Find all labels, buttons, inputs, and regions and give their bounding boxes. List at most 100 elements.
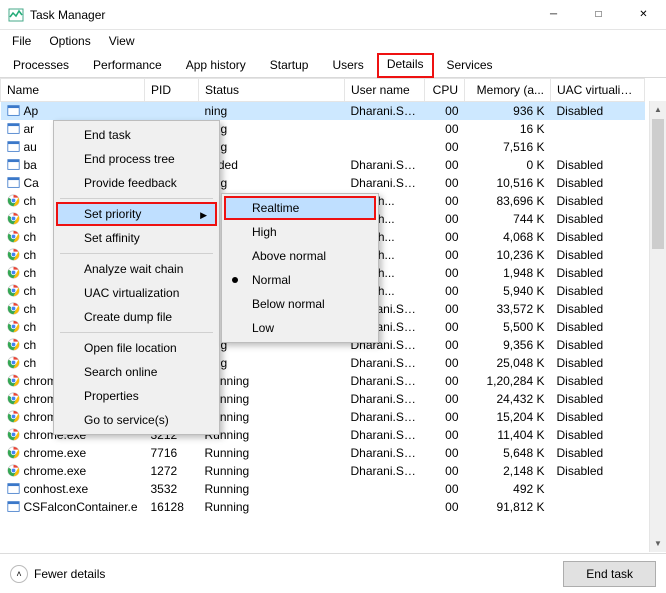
- ctx-search-online[interactable]: Search online: [56, 360, 217, 384]
- ctx-open-file-location[interactable]: Open file location: [56, 336, 217, 360]
- process-icon: [7, 338, 20, 351]
- col-name[interactable]: Name: [1, 79, 145, 102]
- process-name: CSFalconContainer.e: [24, 500, 138, 514]
- priority-below-normal[interactable]: Below normal: [224, 292, 376, 316]
- menu-options[interactable]: Options: [41, 32, 98, 50]
- col-pid[interactable]: PID: [145, 79, 199, 102]
- process-icon: [7, 482, 20, 495]
- process-uac: Disabled: [551, 390, 645, 408]
- table-row[interactable]: CSFalconContainer.e16128Running0091,812 …: [1, 498, 645, 516]
- ctx-end-process-tree[interactable]: End process tree: [56, 147, 217, 171]
- scroll-up-icon[interactable]: ▲: [650, 101, 666, 118]
- minimize-button[interactable]: ─: [531, 0, 576, 30]
- process-memory: 7,516 K: [465, 138, 551, 156]
- ctx-set-priority[interactable]: Set priority ▶: [56, 202, 217, 226]
- tab-app-history[interactable]: App history: [175, 53, 257, 78]
- priority-normal[interactable]: Normal: [224, 268, 376, 292]
- process-uac: Disabled: [551, 300, 645, 318]
- tab-users[interactable]: Users: [321, 53, 374, 78]
- tab-performance[interactable]: Performance: [82, 53, 173, 78]
- process-icon: [7, 230, 20, 243]
- menu-file[interactable]: File: [4, 32, 39, 50]
- table-row[interactable]: conhost.exe3532Running00492 K: [1, 480, 645, 498]
- vertical-scrollbar[interactable]: ▲ ▼: [649, 101, 666, 552]
- ctx-analyze-wait-chain[interactable]: Analyze wait chain: [56, 257, 217, 281]
- end-task-button[interactable]: End task: [563, 561, 656, 587]
- col-status[interactable]: Status: [199, 79, 345, 102]
- table-row[interactable]: ApningDharani.Sh...00936 KDisabled: [1, 102, 645, 120]
- maximize-button[interactable]: □: [576, 0, 621, 30]
- ctx-uac-virtualization[interactable]: UAC virtualization: [56, 281, 217, 305]
- process-memory: 0 K: [465, 156, 551, 174]
- menubar: File Options View: [0, 30, 666, 52]
- tab-startup[interactable]: Startup: [259, 53, 320, 78]
- process-uac: Disabled: [551, 318, 645, 336]
- priority-realtime[interactable]: Realtime: [224, 196, 376, 220]
- ctx-separator: [60, 198, 213, 199]
- process-memory: 5,648 K: [465, 444, 551, 462]
- process-status: ning: [199, 174, 345, 192]
- ctx-properties[interactable]: Properties: [56, 384, 217, 408]
- ctx-create-dump-file[interactable]: Create dump file: [56, 305, 217, 329]
- ctx-set-affinity[interactable]: Set affinity: [56, 226, 217, 250]
- priority-above-normal[interactable]: Above normal: [224, 244, 376, 268]
- process-pid: 16128: [145, 498, 199, 516]
- process-status: ning: [199, 120, 345, 138]
- process-cpu: 00: [425, 246, 465, 264]
- process-cpu: 00: [425, 372, 465, 390]
- process-name: ar: [24, 122, 35, 136]
- process-icon: [7, 122, 20, 135]
- scroll-thumb[interactable]: [652, 119, 664, 249]
- ctx-provide-feedback[interactable]: Provide feedback: [56, 171, 217, 195]
- process-icon: [7, 194, 20, 207]
- process-uac: Disabled: [551, 192, 645, 210]
- process-uac: [551, 480, 645, 498]
- col-mem[interactable]: Memory (a...: [465, 79, 551, 102]
- fewer-details-button[interactable]: ˄ Fewer details: [10, 565, 105, 583]
- process-cpu: 00: [425, 102, 465, 120]
- titlebar: Task Manager ─ □ ✕: [0, 0, 666, 30]
- table-row[interactable]: chrome.exe1272RunningDharani.Sh...002,14…: [1, 462, 645, 480]
- process-name: ch: [24, 302, 37, 316]
- process-memory: 936 K: [465, 102, 551, 120]
- col-user[interactable]: User name: [345, 79, 425, 102]
- process-uac: Disabled: [551, 102, 645, 120]
- process-name: ba: [24, 158, 37, 172]
- process-user: Dharani.Sh...: [345, 426, 425, 444]
- process-memory: 492 K: [465, 480, 551, 498]
- process-name: ch: [24, 266, 37, 280]
- process-status: ning: [199, 138, 345, 156]
- process-user: Dharani.Sh...: [345, 354, 425, 372]
- col-cpu[interactable]: CPU: [425, 79, 465, 102]
- process-user: [345, 120, 425, 138]
- process-name: Ap: [24, 104, 39, 118]
- menu-view[interactable]: View: [101, 32, 143, 50]
- col-uac[interactable]: UAC virtualizat...: [551, 79, 645, 102]
- priority-high[interactable]: High: [224, 220, 376, 244]
- process-uac: Disabled: [551, 372, 645, 390]
- process-status: Running: [199, 444, 345, 462]
- process-memory: 5,500 K: [465, 318, 551, 336]
- process-icon: [7, 284, 20, 297]
- process-uac: Disabled: [551, 444, 645, 462]
- process-status: Running: [199, 480, 345, 498]
- table-row[interactable]: chrome.exe7716RunningDharani.Sh...005,64…: [1, 444, 645, 462]
- tab-processes[interactable]: Processes: [2, 53, 80, 78]
- chevron-up-icon: ˄: [10, 565, 28, 583]
- process-user: Dharani.Sh...: [345, 444, 425, 462]
- process-status: Running: [199, 408, 345, 426]
- priority-low[interactable]: Low: [224, 316, 376, 340]
- tab-services[interactable]: Services: [436, 53, 504, 78]
- process-memory: 9,356 K: [465, 336, 551, 354]
- ctx-end-task[interactable]: End task: [56, 123, 217, 147]
- tab-details[interactable]: Details: [377, 53, 434, 78]
- process-uac: Disabled: [551, 246, 645, 264]
- tab-strip: Processes Performance App history Startu…: [0, 52, 666, 78]
- close-button[interactable]: ✕: [621, 0, 666, 30]
- process-pid: [145, 102, 199, 120]
- process-cpu: 00: [425, 318, 465, 336]
- process-icon: [7, 446, 20, 459]
- ctx-go-to-services[interactable]: Go to service(s): [56, 408, 217, 432]
- process-user: Dharani.Sh...: [345, 462, 425, 480]
- scroll-down-icon[interactable]: ▼: [650, 535, 666, 552]
